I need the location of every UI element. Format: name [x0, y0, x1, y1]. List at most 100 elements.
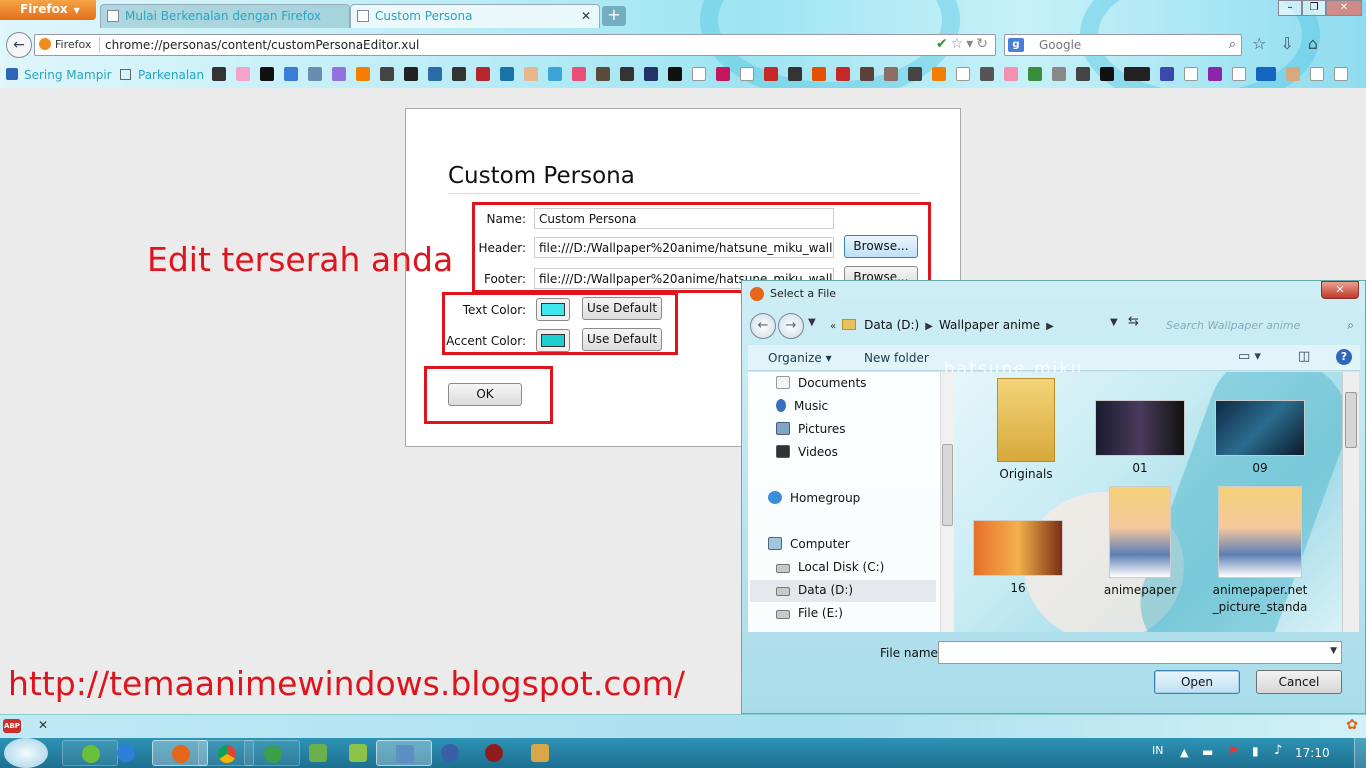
organize-button[interactable]: Organize ▾ — [768, 351, 832, 365]
bookmark-icon[interactable] — [548, 67, 562, 81]
action-center-icon[interactable]: ⚑ — [1228, 744, 1239, 758]
bookmark-icon[interactable] — [1184, 67, 1198, 81]
bookmark-icon[interactable] — [620, 67, 634, 81]
reload-icon[interactable]: ↻ — [976, 36, 991, 52]
bookmark-icon[interactable] — [836, 67, 850, 81]
bookmark-icon[interactable] — [740, 67, 754, 81]
bookmark-parkenalan[interactable]: Parkenalan — [138, 68, 204, 82]
forward-button[interactable]: → — [778, 313, 804, 339]
nav-item-homegroup[interactable]: Homegroup — [768, 491, 860, 505]
breadcrumb[interactable]: « Data (D:) ▶ Wallpaper anime ▶ — [824, 315, 1144, 337]
bookmark-icon[interactable] — [404, 67, 418, 81]
search-input[interactable]: Google — [1039, 38, 1081, 52]
file-item-animepaper[interactable]: animepaper — [1090, 486, 1190, 598]
bookmarks-icon[interactable]: ☆ — [1252, 34, 1280, 53]
show-hidden-icons[interactable]: ▲ — [1180, 746, 1188, 759]
dropdown-icon[interactable]: ▾ — [966, 36, 976, 52]
bookmark-icon[interactable] — [1004, 67, 1018, 81]
new-folder-button[interactable]: New folder — [864, 351, 929, 365]
bookmark-icon[interactable] — [1076, 67, 1090, 81]
dialog-close-button[interactable]: ✕ — [1321, 281, 1359, 299]
bookmark-icon[interactable] — [860, 67, 874, 81]
adblock-icon[interactable]: ABP — [3, 719, 21, 733]
bookmark-icon[interactable] — [500, 67, 514, 81]
breadcrumb-item[interactable]: Data (D:) — [864, 318, 919, 332]
nav-item-pictures[interactable]: Pictures — [776, 422, 846, 436]
chevron-right-icon[interactable]: ▶ — [925, 321, 933, 332]
preview-pane-icon[interactable]: ◫ — [1298, 349, 1310, 364]
bookmark-icon[interactable] — [1160, 67, 1174, 81]
nav-item-videos[interactable]: Videos — [776, 445, 838, 459]
file-item-16[interactable]: 16 — [968, 520, 1068, 596]
show-desktop-button[interactable] — [1354, 738, 1366, 768]
file-item-originals[interactable]: Originals — [976, 378, 1076, 482]
bookmark-icon[interactable] — [956, 67, 970, 81]
check-icon[interactable]: ✔ — [936, 36, 951, 52]
google-icon[interactable]: g — [1008, 38, 1024, 52]
bookmark-icon[interactable] — [260, 67, 274, 81]
breadcrumb-item[interactable]: Wallpaper anime — [939, 318, 1040, 332]
dialog-search-input[interactable]: Search Wallpaper anime ⌕ — [1160, 315, 1358, 337]
file-list-scrollbar[interactable] — [1342, 372, 1359, 632]
bookmark-icon[interactable] — [668, 67, 682, 81]
recent-pages-dropdown[interactable]: ▼ — [808, 317, 816, 328]
bookmark-sering-mampir[interactable]: Sering Mampir — [24, 68, 112, 82]
download-icon[interactable]: ⇩ — [1280, 34, 1307, 53]
network-status-icon[interactable]: ▮ — [1252, 744, 1259, 758]
minimize-button[interactable]: – — [1278, 0, 1302, 16]
bookmark-icon[interactable] — [332, 67, 346, 81]
bookmark-star-icon[interactable]: ☆ — [951, 36, 967, 52]
bookmark-icon[interactable] — [596, 67, 610, 81]
bookmark-icon[interactable] — [788, 67, 802, 81]
site-identity[interactable]: Firefox — [39, 38, 91, 51]
nav-item-file-e[interactable]: File (E:) — [776, 606, 843, 620]
bookmark-icon[interactable] — [1310, 67, 1324, 81]
clock[interactable]: 17:10 — [1295, 746, 1330, 760]
language-indicator[interactable]: IN — [1152, 744, 1163, 757]
bookmark-icon[interactable] — [356, 67, 370, 81]
close-window-button[interactable]: ✕ — [1326, 0, 1362, 16]
bookmark-icon[interactable] — [308, 67, 322, 81]
chevron-down-icon[interactable]: ▼ — [1330, 646, 1337, 656]
volume-icon[interactable]: ♪ — [1274, 743, 1282, 758]
bookmark-icon[interactable] — [524, 67, 538, 81]
scrollbar-thumb[interactable] — [1345, 392, 1357, 448]
battery-icon[interactable]: ▬ — [1202, 745, 1213, 759]
bookmark-icon[interactable] — [1286, 67, 1300, 81]
bookmark-icon[interactable] — [932, 67, 946, 81]
start-button[interactable] — [4, 738, 48, 768]
bookmark-icon[interactable] — [236, 67, 250, 81]
back-button[interactable]: ← — [750, 313, 776, 339]
bookmark-icon[interactable] — [212, 67, 226, 81]
bookmark-icon[interactable] — [1232, 67, 1246, 81]
bookmark-icon[interactable] — [380, 67, 394, 81]
file-item-01[interactable]: 01 — [1090, 378, 1190, 476]
file-name-input[interactable]: ▼ — [938, 641, 1342, 664]
search-bar[interactable]: g Google ⌕ — [1004, 34, 1242, 56]
chevron-right-icon[interactable]: ▶ — [1046, 321, 1054, 332]
url-bar[interactable]: Firefox chrome://personas/content/custom… — [34, 34, 996, 56]
bookmark-icon[interactable] — [1334, 67, 1348, 81]
fox-icon[interactable]: ✿ — [1346, 717, 1358, 733]
bookmark-icon[interactable] — [452, 67, 466, 81]
close-add-on-bar-icon[interactable]: ✕ — [38, 718, 48, 732]
tab-mulai-berkenalan[interactable]: Mulai Berkenalan dengan Firefox — [100, 4, 350, 28]
nav-item-data-d[interactable]: Data (D:) — [750, 580, 936, 602]
bookmark-icon[interactable] — [428, 67, 442, 81]
file-item-animepaper-net[interactable]: animepaper.net _picture_standa — [1210, 486, 1310, 616]
taskbar-app-tool[interactable] — [512, 740, 568, 766]
nav-item-documents[interactable]: Documents — [776, 376, 866, 390]
bookmark-icon[interactable] — [284, 67, 298, 81]
refresh-icon[interactable]: ⇆ — [1128, 314, 1139, 329]
bookmark-icon[interactable] — [1256, 67, 1276, 81]
taskbar-app-ie[interactable] — [98, 740, 154, 766]
nav-item-music[interactable]: Music — [776, 399, 828, 413]
close-tab-icon[interactable]: ✕ — [581, 9, 591, 23]
bookmark-icon[interactable] — [1028, 67, 1042, 81]
url-text[interactable]: chrome://personas/content/customPersonaE… — [105, 38, 419, 52]
help-icon[interactable]: ? — [1336, 349, 1352, 365]
open-button[interactable]: Open — [1154, 670, 1240, 694]
file-item-09[interactable]: 09 — [1210, 378, 1310, 476]
bookmark-icon[interactable] — [908, 67, 922, 81]
bookmark-icon[interactable] — [1124, 67, 1150, 81]
